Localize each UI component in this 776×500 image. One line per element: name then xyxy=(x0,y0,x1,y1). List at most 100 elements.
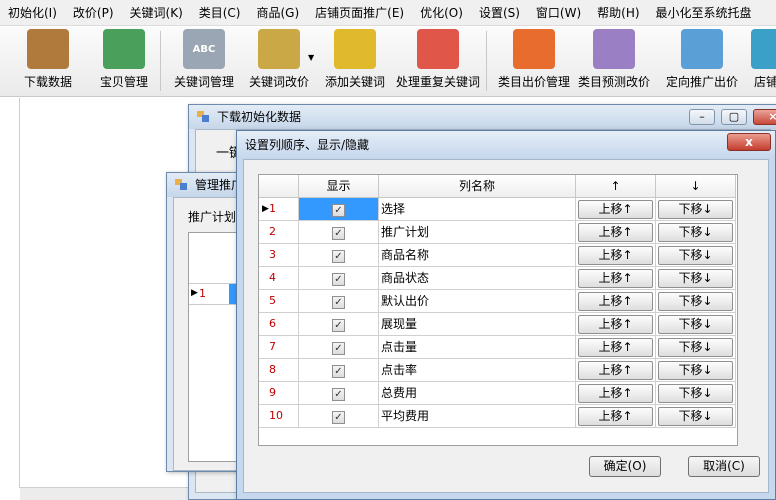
dialog-close-button[interactable]: x xyxy=(727,133,771,151)
column-name-cell[interactable]: 平均费用 xyxy=(379,405,576,428)
show-column-header[interactable]: 显示 xyxy=(299,175,379,198)
menu-item[interactable]: 店铺页面推广(E) xyxy=(307,0,412,25)
table-row[interactable]: ▶ 1 ✓ 选择 上移↑ 下移↓ xyxy=(259,198,737,221)
row-number[interactable]: 4 xyxy=(259,267,299,290)
menu-item[interactable]: 初始化(I) xyxy=(0,0,65,25)
column-name-cell[interactable]: 展现量 xyxy=(379,313,576,336)
toolbar-button-1[interactable]: 下载数据 xyxy=(10,29,86,95)
toolbar-button-6[interactable]: 处理重复关键词 xyxy=(392,29,484,95)
column-name-cell[interactable]: 点击率 xyxy=(379,359,576,382)
cancel-button[interactable]: 取消(C) xyxy=(688,456,760,477)
toolbar-button-2[interactable]: 宝贝管理 xyxy=(86,29,162,95)
move-down-button[interactable]: 下移↓ xyxy=(658,315,733,334)
table-row[interactable]: 2 ✓ 推广计划 上移↑ 下移↓ xyxy=(259,221,737,244)
show-checkbox[interactable]: ✓ xyxy=(332,319,345,332)
menu-item[interactable]: 最小化至系统托盘 xyxy=(648,0,760,25)
table-row[interactable]: 9 ✓ 总费用 上移↑ 下移↓ xyxy=(259,382,737,405)
move-down-button[interactable]: 下移↓ xyxy=(658,361,733,380)
move-down-button[interactable]: 下移↓ xyxy=(658,384,733,403)
menu-item[interactable]: 设置(S) xyxy=(471,0,528,25)
menu-item[interactable]: 类目(C) xyxy=(191,0,249,25)
table-row[interactable]: 8 ✓ 点击率 上移↑ 下移↓ xyxy=(259,359,737,382)
column-name-cell[interactable]: 商品名称 xyxy=(379,244,576,267)
column-name-cell[interactable]: 商品状态 xyxy=(379,267,576,290)
row-number[interactable]: 7 xyxy=(259,336,299,359)
column-name-cell[interactable]: 总费用 xyxy=(379,382,576,405)
row-number[interactable]: ▶ 1 xyxy=(259,198,299,221)
row-number[interactable]: 8 xyxy=(259,359,299,382)
row-number[interactable]: 10 xyxy=(259,405,299,428)
menu-item[interactable]: 帮助(H) xyxy=(589,0,647,25)
move-up-button[interactable]: 上移↑ xyxy=(578,315,653,334)
table-row[interactable]: 7 ✓ 点击量 上移↑ 下移↓ xyxy=(259,336,737,359)
show-checkbox[interactable]: ✓ xyxy=(332,365,345,378)
show-checkbox[interactable]: ✓ xyxy=(332,250,345,263)
move-up-button[interactable]: 上移↑ xyxy=(578,223,653,242)
download-window-title: 下载初始化数据 xyxy=(217,110,302,124)
move-down-button[interactable]: 下移↓ xyxy=(658,223,733,242)
table-row[interactable]: 4 ✓ 商品状态 上移↑ 下移↓ xyxy=(259,267,737,290)
toolbar-button-9[interactable]: 定向推广出价 xyxy=(662,29,742,95)
move-down-column-header[interactable]: ↓ xyxy=(656,175,736,198)
name-column-header[interactable]: 列名称 xyxy=(379,175,576,198)
move-up-button[interactable]: 上移↑ xyxy=(578,200,653,219)
table-row[interactable]: 6 ✓ 展现量 上移↑ 下移↓ xyxy=(259,313,737,336)
move-down-button[interactable]: 下移↓ xyxy=(658,407,733,426)
ok-button[interactable]: 确定(O) xyxy=(589,456,661,477)
menu-item[interactable]: 窗口(W) xyxy=(528,0,589,25)
move-up-button[interactable]: 上移↑ xyxy=(578,384,653,403)
dialog-titlebar[interactable]: 设置列顺序、显示/隐藏 xyxy=(237,131,775,159)
dropdown-arrow-icon[interactable]: ▼ xyxy=(308,53,314,62)
move-up-button[interactable]: 上移↑ xyxy=(578,361,653,380)
move-down-button[interactable]: 下移↓ xyxy=(658,292,733,311)
show-checkbox[interactable]: ✓ xyxy=(332,227,345,240)
table-row[interactable]: 5 ✓ 默认出价 上移↑ 下移↓ xyxy=(259,290,737,313)
column-name-cell[interactable]: 选择 xyxy=(379,198,576,221)
table-row[interactable]: 3 ✓ 商品名称 上移↑ 下移↓ xyxy=(259,244,737,267)
table-row[interactable]: 10 ✓ 平均费用 上移↑ 下移↓ xyxy=(259,405,737,428)
menu-item[interactable]: 商品(G) xyxy=(249,0,308,25)
column-grid: 显示 列名称 ↑ ↓ ▶ 1 ✓ 选择 上移↑ 下移↓ 2 ✓ 推广计划 上移↑ 下移↓ 3 ✓ 商品名称… xyxy=(258,174,738,446)
toolbar-button-7[interactable]: 类目出价管理 xyxy=(494,29,574,95)
move-down-button[interactable]: 下移↓ xyxy=(658,200,733,219)
menu-item[interactable]: 关键词(K) xyxy=(122,0,191,25)
show-checkbox[interactable]: ✓ xyxy=(332,204,345,217)
move-down-cell: 下移↓ xyxy=(656,244,736,267)
row-number[interactable]: 2 xyxy=(259,221,299,244)
show-checkbox[interactable]: ✓ xyxy=(332,273,345,286)
toolbar-button-3[interactable]: ABC 关键词管理 xyxy=(168,29,240,95)
menu-item[interactable]: 优化(O) xyxy=(412,0,471,25)
download-window-titlebar[interactable]: 下载初始化数据 – ▢ × xyxy=(189,105,776,129)
move-up-button[interactable]: 上移↑ xyxy=(578,269,653,288)
row-number[interactable]: 9 xyxy=(259,382,299,405)
toolbar-button-4[interactable]: 关键词改价 xyxy=(240,29,318,95)
toolbar-button-10[interactable]: 店铺页 xyxy=(742,29,776,95)
maximize-button[interactable]: ▢ xyxy=(721,109,747,125)
row-number[interactable]: 3 xyxy=(259,244,299,267)
move-up-button[interactable]: 上移↑ xyxy=(578,338,653,357)
column-name-cell[interactable]: 推广计划 xyxy=(379,221,576,244)
minimize-button[interactable]: – xyxy=(689,109,715,125)
column-name-cell[interactable]: 默认出价 xyxy=(379,290,576,313)
toolbar-button-5[interactable]: 添加关键词 xyxy=(320,29,390,95)
move-up-cell: 上移↑ xyxy=(576,405,656,428)
move-up-button[interactable]: 上移↑ xyxy=(578,407,653,426)
move-down-button[interactable]: 下移↓ xyxy=(658,338,733,357)
show-checkbox[interactable]: ✓ xyxy=(332,342,345,355)
show-checkbox[interactable]: ✓ xyxy=(332,411,345,424)
column-settings-dialog: 设置列顺序、显示/隐藏 x 显示 列名称 ↑ ↓ ▶ 1 ✓ 选择 上移↑ 下移↓ 2 ✓ 推广… xyxy=(236,130,776,500)
row-number-text: 8 xyxy=(269,363,276,376)
close-button[interactable]: × xyxy=(753,109,776,125)
column-name-cell[interactable]: 点击量 xyxy=(379,336,576,359)
move-down-button[interactable]: 下移↓ xyxy=(658,246,733,265)
show-checkbox[interactable]: ✓ xyxy=(332,388,345,401)
row-number[interactable]: 5 xyxy=(259,290,299,313)
toolbar-button-8[interactable]: 类目预测改价 xyxy=(576,29,652,95)
row-number[interactable]: 6 xyxy=(259,313,299,336)
move-down-button[interactable]: 下移↓ xyxy=(658,269,733,288)
move-up-button[interactable]: 上移↑ xyxy=(578,246,653,265)
show-checkbox[interactable]: ✓ xyxy=(332,296,345,309)
move-up-button[interactable]: 上移↑ xyxy=(578,292,653,311)
menu-item[interactable]: 改价(P) xyxy=(65,0,122,25)
move-up-column-header[interactable]: ↑ xyxy=(576,175,656,198)
